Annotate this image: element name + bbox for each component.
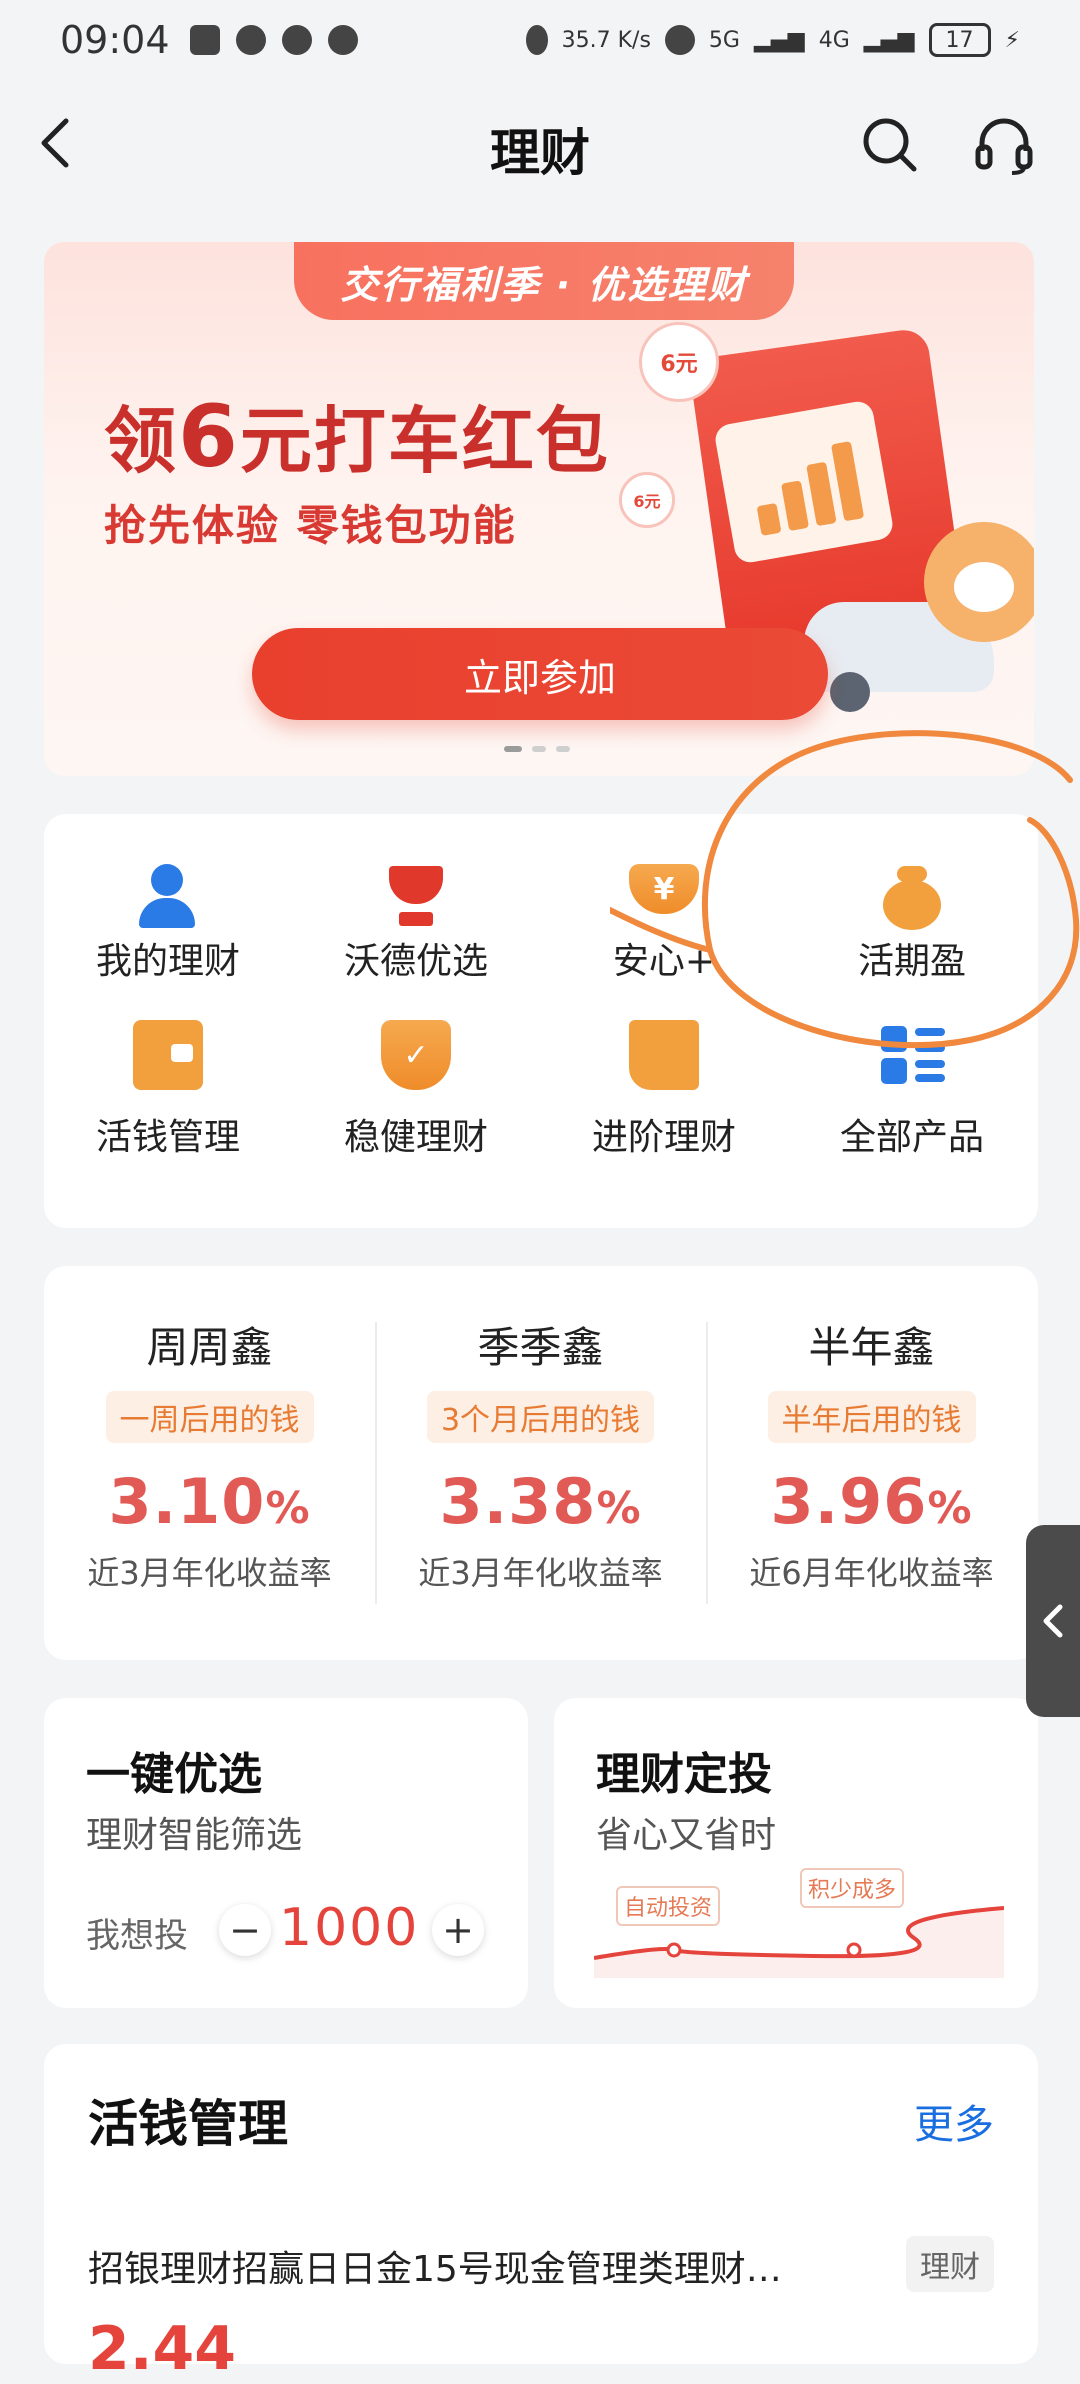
app-notification-icon [235,25,266,55]
pager-dot-2[interactable] [532,746,546,752]
grid-item-wode-select[interactable]: 沃德优选 [292,814,540,984]
banner-subline: 抢先体验 零钱包功能 [104,501,517,550]
signal-icon-2: ▂▄▆ [863,27,915,53]
quick-pick-subtitle: 理财智能筛选 [86,1815,303,1856]
grid-item-anxin-plus[interactable]: ¥ 安心+ [540,814,788,984]
huawei-icon [189,25,220,55]
person-icon [133,864,203,928]
auto-invest-title: 理财定投 [596,1749,772,1800]
message-icon [281,25,312,55]
trophy-icon [381,864,451,926]
mascot-illustration [924,522,1034,642]
invest-label: 我想投 [86,1916,188,1956]
product-rate: 3.38% [439,1465,642,1538]
invest-amount-value[interactable]: 1000 [279,1898,419,1958]
product-tag: 3个月后用的钱 [426,1391,655,1443]
product-rate: 3.96% [770,1465,973,1538]
signal-icon: ▂▄▆ [753,27,805,53]
decrease-amount-button[interactable]: − [219,1904,271,1956]
trend-chart-icon [629,1020,699,1090]
banner-pager[interactable] [504,746,570,752]
auto-invest-tag: 自动投资 [616,1886,721,1926]
grid-item-my-wealth[interactable]: 我的理财 [44,814,292,984]
grid-item-cash-management[interactable]: 活钱管理 [44,1000,292,1170]
section-title: 活钱管理 [88,2095,288,2153]
wallet-icon [133,1020,203,1090]
network-type-5g: 5G [708,27,740,53]
join-now-button[interactable]: 立即参加 [252,628,828,720]
network-speed: 35.7 K/s [561,27,651,53]
accumulate-tag: 积少成多 [800,1868,905,1908]
quick-entry-grid: 我的理财 沃德优选 ¥ 安心+ 活期盈 活钱管理 ✓ 稳健理财 进阶理财 全部产… [44,814,1038,1228]
product-item-name[interactable]: 招银理财招赢日日金15号现金管理类理财… [88,2240,868,2292]
increase-amount-button[interactable]: + [432,1904,484,1956]
status-bar: 09:04 35.7 K/s 5G ▂▄▆ 4G ▂▄▆ 17 ⚡ [0,0,1080,80]
network-type-4g: 4G [818,27,850,53]
headset-icon[interactable] [972,113,1036,177]
pager-dot-3[interactable] [556,746,570,752]
wifi-icon [664,25,695,55]
side-drawer-tab[interactable] [1026,1525,1080,1717]
charging-icon: ⚡ [1004,27,1020,53]
cash-management-section: 活钱管理 更多 招银理财招赢日日金15号现金管理类理财… 理财 2.44 [44,2044,1038,2384]
grid-item-stable-wealth[interactable]: ✓ 稳健理财 [292,1000,540,1170]
promo-banner[interactable]: 交行福利季 · 优选理财 6元 6元 领6元打车红包 抢先体验 零钱包功能 立即… [44,242,1034,776]
grid-item-advanced-wealth[interactable]: 进阶理财 [540,1000,788,1170]
quick-pick-title: 一键优选 [86,1749,262,1800]
product-jijixin[interactable]: 季季鑫 3个月后用的钱 3.38% 近3月年化收益率 [375,1266,706,1660]
banner-tab: 交行福利季 · 优选理财 [294,242,794,320]
money-bag-icon [877,864,947,930]
product-zhouzhouxin[interactable]: 周周鑫 一周后用的钱 3.10% 近3月年化收益率 [44,1266,375,1660]
chevron-left-icon [1043,1604,1063,1638]
product-rates-card: 周周鑫 一周后用的钱 3.10% 近3月年化收益率 季季鑫 3个月后用的钱 3.… [44,1266,1038,1660]
coin-6yuan: 6元 [639,322,719,402]
product-item-rate: 2.44 [88,2314,237,2384]
product-tag: 半年后用的钱 [767,1391,976,1443]
shield-yuan-icon: ¥ [629,864,699,914]
battery-level: 17 [945,27,974,53]
apps-list-icon [877,1020,947,1090]
status-time: 09:04 [60,18,170,62]
more-link[interactable]: 更多 [914,2092,994,2150]
grid-item-all-products[interactable]: 全部产品 [788,1000,1036,1170]
product-tag: 一周后用的钱 [105,1391,314,1443]
product-rate: 3.10% [108,1465,311,1538]
battery-icon: 17 [928,23,991,57]
banner-headline: 领6元打车红包 [104,387,610,487]
product-type-badge: 理财 [906,2236,994,2292]
quick-pick-card[interactable]: 一键优选 理财智能筛选 我想投 − 1000 + [44,1698,528,2008]
auto-invest-subtitle: 省心又省时 [596,1815,777,1856]
microphone-icon [525,25,548,55]
pager-dot-1[interactable] [504,746,522,752]
search-icon[interactable] [858,113,922,177]
eye-icon [327,25,358,55]
coin-6yuan-small: 6元 [619,472,675,528]
grid-item-huoqiying[interactable]: 活期盈 [788,814,1036,984]
auto-invest-card[interactable]: 理财定投 省心又省时 自动投资 积少成多 [554,1698,1038,2008]
product-bannianxin[interactable]: 半年鑫 半年后用的钱 3.96% 近6月年化收益率 [706,1266,1037,1660]
shield-check-icon: ✓ [381,1020,451,1090]
header: 理财 [0,95,1080,195]
